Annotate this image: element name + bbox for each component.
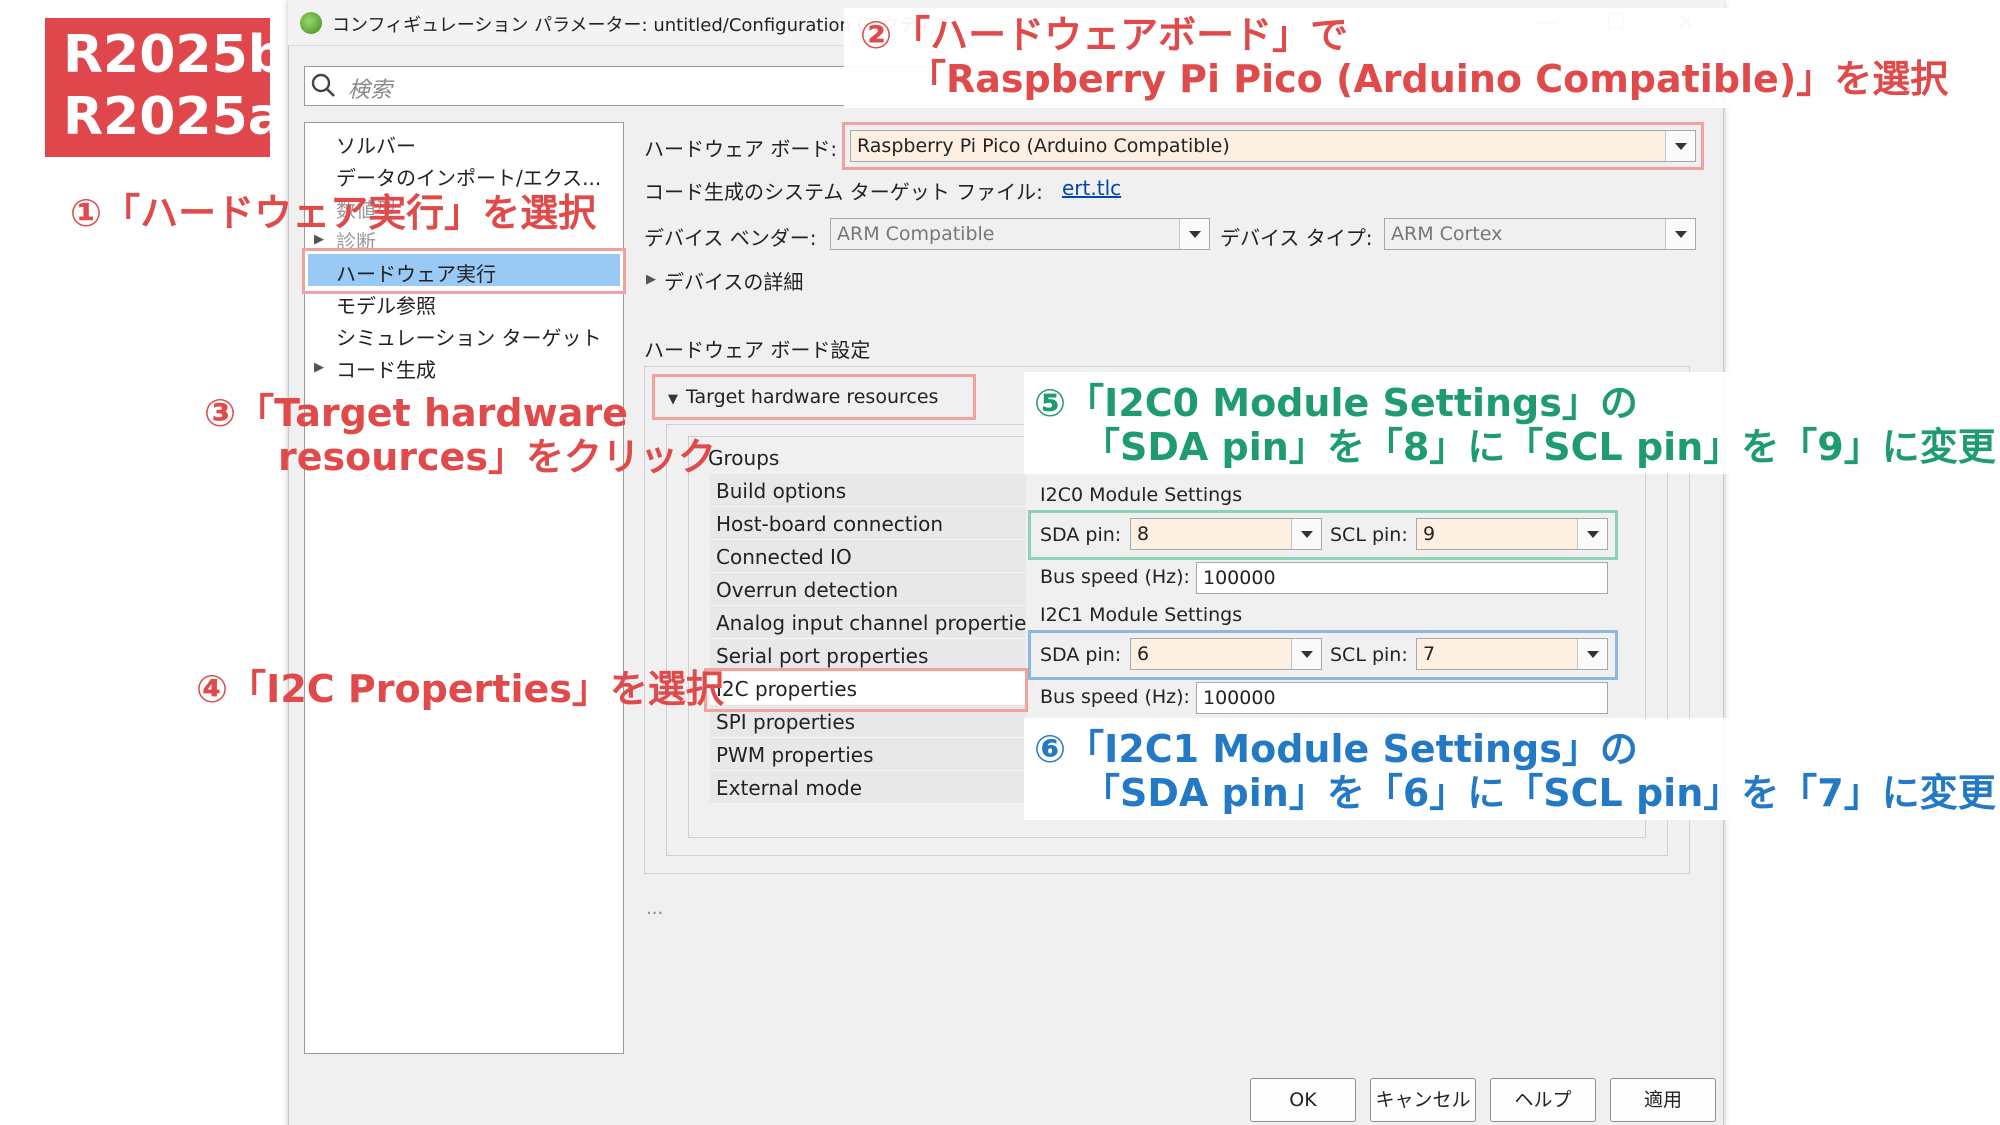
group-item-overrun-detection[interactable]: Overrun detection [710,573,1026,606]
i2c1-bus-speed-label: Bus speed (Hz): [1040,686,1190,708]
expand-arrow-icon[interactable]: ▶ [646,272,656,287]
chevron-down-icon[interactable] [1665,219,1695,249]
i2c0-bus-speed-input[interactable]: 100000 [1196,562,1608,594]
group-item-build-options[interactable]: Build options [710,474,1026,507]
highlight-target-hardware-resources [652,374,976,420]
annotation-step-2-line-1: ②「ハードウェアボード」で [860,13,1349,57]
ok-button[interactable]: OK [1250,1078,1356,1122]
i2c1-bus-speed-value: 100000 [1203,687,1276,709]
hardware-board-label: ハードウェア ボード: [644,137,838,161]
tree-item-code-generation[interactable]: コード生成 [336,354,436,383]
group-item-analog-input[interactable]: Analog input channel properties [710,606,1037,639]
system-target-file-label: コード生成のシステム ターゲット ファイル: [644,180,1043,204]
tree-item-model-referencing[interactable]: モデル参照 [336,290,436,319]
annotation-step-6-line-2: 「SDA pin」を「6」に「SCL pin」を「7」に変更 [1082,771,1996,815]
group-item-external-mode[interactable]: External mode [710,771,1026,804]
device-vendor-label: デバイス ベンダー: [644,226,817,250]
tree-item-solver[interactable]: ソルバー [336,130,416,159]
highlight-hardware-board [842,122,1704,170]
search-placeholder: 検索 [348,78,393,103]
i2c0-bus-speed-value: 100000 [1203,567,1276,589]
cancel-button[interactable]: キャンセル [1370,1078,1476,1122]
device-type-dropdown[interactable]: ARM Cortex [1384,218,1696,250]
highlight-hardware-implementation [302,248,626,294]
version-badge: R2025b R2025a [45,18,285,157]
version-line-2: R2025a [63,87,283,147]
annotation-step-6-line-1: ⑥「I2C1 Module Settings」の [1034,727,1638,771]
device-type-value: ARM Cortex [1391,223,1503,245]
highlight-i2c1-pins [1028,630,1618,680]
more-ellipsis: ... [646,898,664,919]
group-item-host-board-connection[interactable]: Host-board connection [710,507,1026,540]
annotation-step-2-line-2: 「Raspberry Pi Pico (Arduino Compatible)」… [908,57,1949,101]
hardware-board-settings-label: ハードウェア ボード設定 [644,338,871,362]
groups-label: Groups [708,446,780,470]
annotation-step-5-line-1: ⑤「I2C0 Module Settings」の [1034,381,1638,425]
version-line-1: R2025b [63,25,285,85]
annotation-step-1: ①「ハードウェア実行」を選択 [70,191,597,235]
i2c0-section-title: I2C0 Module Settings [1040,484,1243,506]
system-target-file-link[interactable]: ert.tlc [1062,176,1121,200]
annotation-step-4: ④「I2C Properties」を選択 [196,667,724,711]
group-item-pwm-properties[interactable]: PWM properties [710,738,1026,771]
annotation-step-3-line-2: resources」をクリック [278,435,716,479]
group-item-connected-io[interactable]: Connected IO [710,540,1026,573]
tree-item-simulation-target[interactable]: シミュレーション ターゲット [336,322,602,351]
annotation-step-3-line-1: ③「Target hardware [204,391,628,435]
chevron-down-icon[interactable] [1179,219,1209,249]
help-button[interactable]: ヘルプ [1490,1078,1596,1122]
device-details-toggle[interactable]: デバイスの詳細 [664,266,803,295]
device-type-label: デバイス タイプ: [1220,226,1373,250]
device-vendor-dropdown[interactable]: ARM Compatible [830,218,1210,250]
tree-item-data-import-export[interactable]: データのインポート/エクス... [336,162,601,191]
highlight-i2c0-pins [1028,510,1618,560]
matlab-app-icon [300,12,322,34]
device-vendor-value: ARM Compatible [837,223,995,245]
i2c0-bus-speed-label: Bus speed (Hz): [1040,566,1190,588]
i2c1-bus-speed-input[interactable]: 100000 [1196,682,1608,714]
highlight-i2c-properties [704,668,1028,712]
search-icon [311,73,335,97]
expand-arrow-icon[interactable]: ▶ [314,360,324,375]
apply-button[interactable]: 適用 [1610,1078,1716,1122]
annotation-step-5-line-2: 「SDA pin」を「8」に「SCL pin」を「9」に変更 [1082,425,1996,469]
i2c1-section-title: I2C1 Module Settings [1040,604,1243,626]
